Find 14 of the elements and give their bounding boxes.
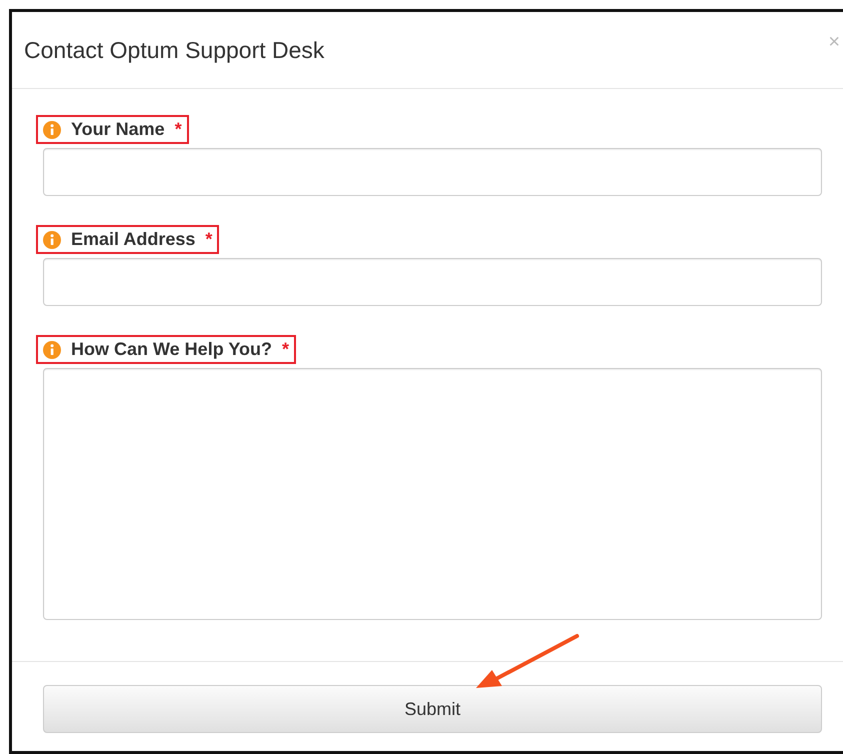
required-mark: * [205,228,212,251]
submit-button[interactable]: Submit [43,685,822,733]
dialog-title: Contact Optum Support Desk [24,36,324,65]
label-text: Your Name [71,118,165,141]
info-icon [43,230,61,248]
input-field[interactable] [43,258,822,306]
label-text: How Can We Help You? [71,338,272,361]
input-field[interactable] [43,148,822,196]
required-mark: * [282,338,290,361]
required-mark: * [174,118,182,141]
info-icon [43,120,61,138]
info-icon [43,340,61,358]
label-text: Email Address [71,228,196,251]
message-field[interactable] [43,368,822,620]
